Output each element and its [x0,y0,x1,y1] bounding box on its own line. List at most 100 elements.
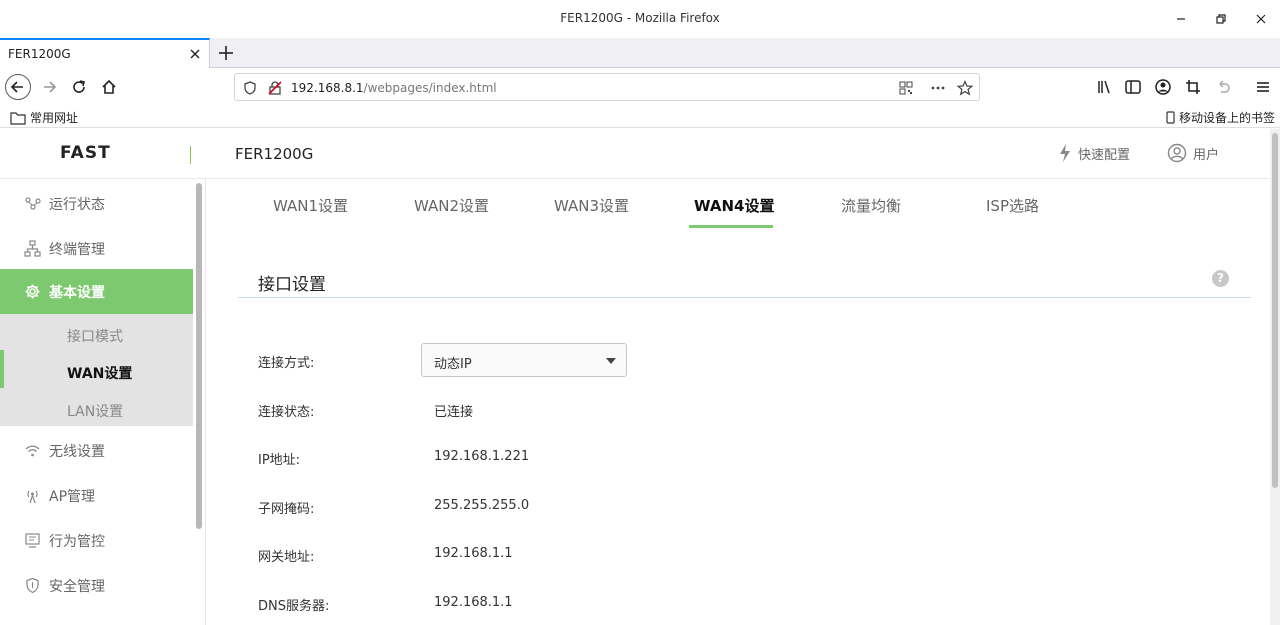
tab-isp-routing[interactable]: ISP选路 [986,195,1039,216]
sidebar-item-label: 终端管理 [49,241,105,258]
sidebar-item-security[interactable]: 安全管理 [0,563,193,608]
mobile-device-icon [1166,111,1175,124]
section-title: 接口设置 [258,275,326,295]
brand-logo[interactable]: FAST [60,143,111,163]
gear-icon [25,284,40,299]
subnet-mask-value: 255.255.255.0 [434,498,530,513]
sidebar-submenu: 接口模式 WAN设置 LAN设置 [0,314,193,426]
user-icon [1167,143,1187,163]
bookmark-star-icon[interactable] [957,80,973,96]
page-scrollbar-thumb[interactable] [1272,133,1278,488]
user-label: 用户 [1193,147,1220,163]
device-model: FER1200G [235,145,314,163]
header-divider [190,146,191,164]
back-arrow-icon [10,81,23,93]
library-button[interactable] [1091,74,1117,100]
account-icon [1155,79,1171,95]
sidebar-item-ap[interactable]: AP管理 [0,473,193,518]
sidebar-scrollbar[interactable] [196,183,202,529]
forward-button[interactable] [36,74,62,100]
quick-config-button[interactable]: 快速配置 [1058,143,1130,163]
sidebar-item-label: 行为管控 [49,533,105,550]
connection-status-label: 连接状态: [258,405,315,420]
wifi-icon [25,445,40,457]
minimize-button[interactable] [1167,8,1195,30]
maximize-button[interactable] [1207,8,1235,30]
sidebar-item-label: 基本设置 [49,284,105,301]
sidebar-item-wireless[interactable]: 无线设置 [0,428,193,473]
user-button[interactable]: 用户 [1167,143,1219,163]
forward-arrow-icon [44,81,57,93]
tab-wan4[interactable]: WAN4设置 [694,195,774,216]
connection-type-label: 连接方式: [258,356,315,371]
quick-config-label: 快速配置 [1078,147,1131,163]
nav-toolbar: 192.168.8.1/webpages/index.html [0,68,1280,106]
gateway-label: 网关地址: [258,550,315,565]
tab-wan1[interactable]: WAN1设置 [273,195,348,216]
reload-icon [73,80,85,93]
sidebar-item-status[interactable]: 运行状态 [0,181,193,226]
router-page: FAST FER1200G 快速配置 用户 运行状态 终端管理 基本设置 接口模… [0,129,1280,625]
back-button[interactable] [5,74,31,100]
window-title: FER1200G - Mozilla Firefox [560,11,720,25]
ap-icon [27,490,38,504]
page-actions-icon[interactable] [930,80,946,96]
active-submenu-marker [0,350,4,388]
sidebar-icon [1125,80,1141,94]
url-text[interactable]: 192.168.8.1/webpages/index.html [291,81,497,95]
router-header: FAST FER1200G 快速配置 用户 [0,129,1270,179]
browser-tab-title: FER1200G [8,47,71,61]
terminal-icon [24,240,41,257]
lightning-icon [1060,144,1070,162]
submenu-item-wan-settings[interactable]: WAN设置 [67,363,132,383]
submenu-item-lan-settings[interactable]: LAN设置 [67,401,123,421]
dns-server-label: DNS服务器: [258,599,330,614]
subnet-mask-label: 子网掩码: [258,502,315,517]
chevron-down-icon [606,358,616,364]
close-window-button[interactable] [1247,8,1275,30]
tab-wan2[interactable]: WAN2设置 [414,195,489,216]
browser-tab[interactable]: FER1200G [0,38,210,68]
bookmarks-toolbar: 常用网址 移动设备上的书签 [0,106,1280,128]
screenshot-button[interactable] [1180,74,1206,100]
new-tab-icon[interactable] [216,43,236,63]
sidebar-toggle-button[interactable] [1120,74,1146,100]
reload-button[interactable] [66,74,92,100]
tab-close-icon[interactable] [189,48,201,60]
restore-icon [1216,14,1226,24]
sidebar-item-basic-settings[interactable]: 基本设置 [0,269,193,314]
library-icon [1098,80,1110,94]
sidebar-item-terminal[interactable]: 终端管理 [0,226,193,271]
account-button[interactable] [1150,74,1176,100]
control-icon [25,533,40,548]
tab-wan3[interactable]: WAN3设置 [554,195,629,216]
minimize-icon [1177,18,1185,20]
window-titlebar: FER1200G - Mozilla Firefox [0,0,1280,38]
url-bar[interactable]: 192.168.8.1/webpages/index.html [234,73,980,101]
page-scrollbar[interactable] [1270,129,1280,625]
undo-button[interactable] [1210,74,1236,100]
sidebar-nav: 运行状态 终端管理 基本设置 接口模式 WAN设置 LAN设置 无线设置 AP管… [0,179,206,625]
insecure-lock-icon[interactable] [267,80,283,96]
menu-button[interactable] [1250,74,1276,100]
active-tab-indicator [689,225,773,228]
sidebar-item-label: 无线设置 [49,443,105,460]
qr-code-icon[interactable] [898,80,914,96]
sidebar-item-label: 运行状态 [49,196,105,213]
connection-type-select[interactable]: 动态IP [421,343,627,377]
folder-icon [10,111,26,125]
ip-address-value: 192.168.1.221 [434,449,530,464]
gateway-value: 192.168.1.1 [434,546,513,561]
mobile-bookmarks[interactable]: 移动设备上的书签 [1166,109,1275,126]
bookmark-folder-common[interactable]: 常用网址 [10,109,78,126]
hamburger-menu-icon [1257,82,1269,92]
sidebar-item-behavior-control[interactable]: 行为管控 [0,518,193,563]
sidebar-item-label: 安全管理 [49,578,105,595]
url-host: 192.168.8.1 [291,81,364,95]
home-icon [102,79,116,94]
help-icon[interactable]: ? [1212,270,1229,287]
tracking-shield-icon[interactable] [242,80,258,96]
home-button[interactable] [96,74,122,100]
tab-load-balance[interactable]: 流量均衡 [841,195,901,216]
submenu-item-interface-mode[interactable]: 接口模式 [67,326,123,346]
